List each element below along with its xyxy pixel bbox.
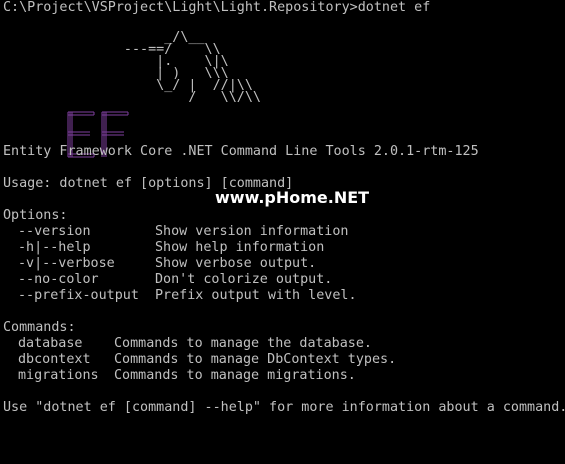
option-description: Show version information xyxy=(155,224,349,239)
help-footer-line: Use "dotnet ef [command] --help" for mor… xyxy=(3,400,565,415)
option-flag: --no-color xyxy=(18,272,99,287)
command-name: database xyxy=(18,336,83,351)
option-row: --version Show version information xyxy=(18,224,348,240)
command-description: Commands to manage the database. xyxy=(114,336,372,351)
option-description: Don't colorize output. xyxy=(155,272,333,287)
logo-art-line: / \\/\\ xyxy=(3,90,261,105)
option-flag: -v|--verbose xyxy=(18,256,115,271)
option-row: -v|--verbose Show verbose output. xyxy=(18,256,316,272)
option-row: -h|--help Show help information xyxy=(18,240,324,256)
ef-logo-letters xyxy=(66,78,130,158)
command-prompt-line: C:\Project\VSProject\Light\Light.Reposit… xyxy=(3,0,431,15)
option-description: Show verbose output. xyxy=(155,256,317,271)
option-flag: -h|--help xyxy=(18,240,91,255)
option-description: Show help information xyxy=(155,240,325,255)
options-heading: Options: xyxy=(3,208,68,223)
console-window[interactable]: C:\Project\VSProject\Light\Light.Reposit… xyxy=(0,0,565,419)
command-description: Commands to manage DbContext types. xyxy=(114,352,397,367)
option-flag: --prefix-output xyxy=(18,288,139,303)
command-row: dbcontext Commands to manage DbContext ty… xyxy=(18,352,396,368)
command-row: database Commands to manage the database. xyxy=(18,336,372,352)
command-row: migrations Commands to manage migrations. xyxy=(18,368,356,384)
site-watermark: www.pHome.NET xyxy=(215,188,370,207)
commands-heading: Commands: xyxy=(3,320,76,335)
tool-banner: Entity Framework Core .NET Command Line … xyxy=(3,144,479,159)
option-flag: --version xyxy=(18,224,91,239)
command-name: migrations xyxy=(18,368,99,383)
command-name: dbcontext xyxy=(18,352,91,367)
option-description: Prefix output with level. xyxy=(155,288,357,303)
option-row: --prefix-output Prefix output with level. xyxy=(18,288,357,304)
option-row: --no-color Don't colorize output. xyxy=(18,272,332,288)
ef-unicorn-ascii-art: _/\__ ---==/ \\ |. \|\ | ) \\\ \_/ | //|… xyxy=(3,31,261,105)
command-description: Commands to manage migrations. xyxy=(114,368,356,383)
